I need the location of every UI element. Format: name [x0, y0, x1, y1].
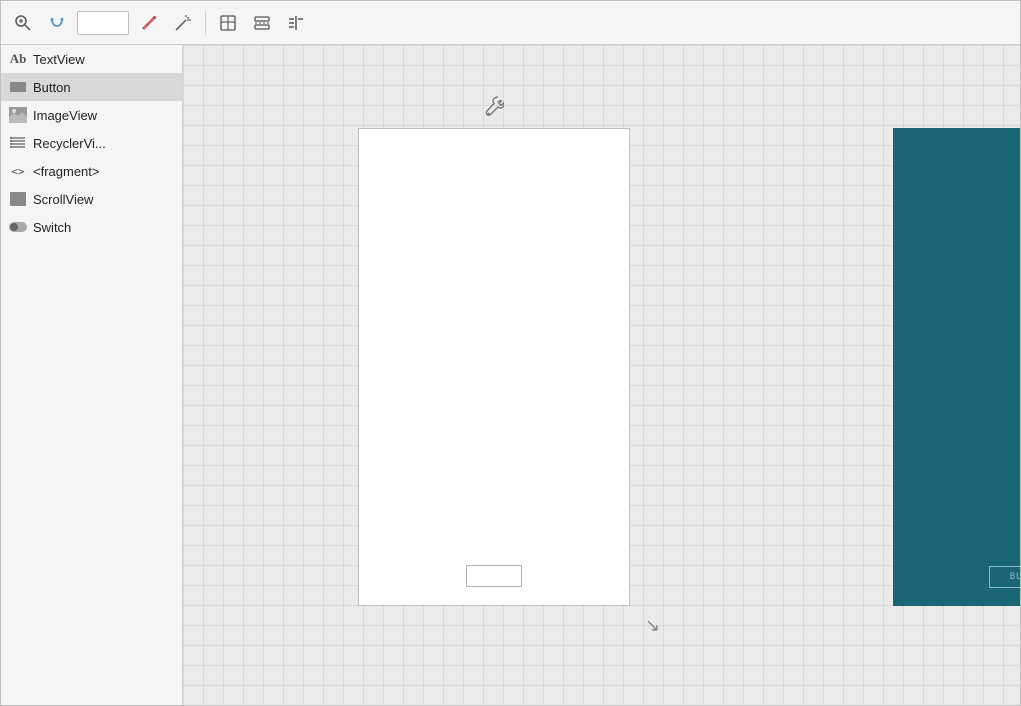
wand-icon[interactable]: [169, 9, 197, 37]
recyclerview-icon: [9, 134, 27, 152]
sidebar: Ab TextView Button ImageView: [1, 45, 183, 705]
sidebar-item-label: Button: [33, 80, 71, 95]
sidebar-item-recyclerview[interactable]: RecyclerVi...: [1, 129, 182, 157]
dp-input[interactable]: 0dp: [77, 11, 129, 35]
sidebar-item-button[interactable]: Button: [1, 73, 182, 101]
fragment-icon: <>: [9, 162, 27, 180]
sidebar-item-fragment[interactable]: <> <fragment>: [1, 157, 182, 185]
device-dark-frame: BUTTON: [893, 95, 1020, 606]
button-icon: [9, 78, 27, 96]
wrench-light-icon: [484, 95, 504, 122]
sidebar-item-scrollview[interactable]: ScrollView: [1, 185, 182, 213]
device-light-frame: ↗: [358, 95, 630, 606]
sidebar-item-imageview[interactable]: ImageView: [1, 101, 182, 129]
sidebar-item-label: ImageView: [33, 108, 97, 123]
layout-icon[interactable]: [214, 9, 242, 37]
phone-light: [358, 128, 630, 606]
sidebar-item-label: RecyclerVi...: [33, 136, 106, 151]
wrench-dark-icon: [1019, 95, 1020, 122]
distribute-icon[interactable]: [282, 9, 310, 37]
magnet-icon[interactable]: [43, 9, 71, 37]
pen-icon[interactable]: [135, 9, 163, 37]
phone-dark-button-label: BUTTON: [1010, 572, 1020, 582]
sidebar-item-label: TextView: [33, 52, 85, 67]
scrollview-icon: [9, 190, 27, 208]
phone-dark: BUTTON: [893, 128, 1020, 606]
textview-icon: Ab: [9, 50, 27, 68]
resize-handle-light[interactable]: ↗: [642, 618, 663, 633]
switch-icon: [9, 218, 27, 236]
imageview-icon: [9, 106, 27, 124]
phone-light-button: [466, 565, 522, 587]
sidebar-item-switch[interactable]: Switch: [1, 213, 182, 241]
toolbar: 0dp: [1, 1, 1020, 45]
zoom-icon[interactable]: [9, 9, 37, 37]
sidebar-item-label: Switch: [33, 220, 71, 235]
sidebar-item-textview[interactable]: Ab TextView: [1, 45, 182, 73]
canvas-area[interactable]: ↗ BUTTON: [183, 45, 1020, 705]
sep1: [205, 11, 206, 35]
sidebar-item-label: ScrollView: [33, 192, 93, 207]
sidebar-item-label: <fragment>: [33, 164, 100, 179]
main-area: Ab TextView Button ImageView: [1, 45, 1020, 705]
align-icon[interactable]: [248, 9, 276, 37]
phone-dark-button: BUTTON: [989, 566, 1020, 588]
